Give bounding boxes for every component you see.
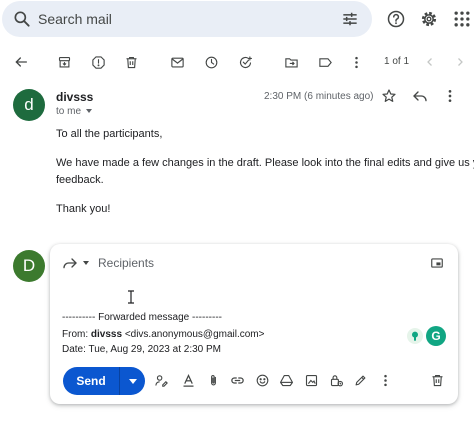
forwarded-date-line: Date: Tue, Aug 29, 2023 at 2:30 PM [62, 344, 221, 355]
google-drive-icon[interactable] [278, 372, 294, 388]
recipients-input[interactable] [98, 251, 398, 275]
search-options-icon[interactable] [340, 9, 360, 29]
change-recipients-icon[interactable] [153, 372, 169, 388]
add-task-icon[interactable] [235, 52, 255, 72]
to-me-label: to me [56, 106, 82, 117]
send-button-group: Send [63, 367, 145, 395]
forward-arrow-icon[interactable] [62, 255, 78, 271]
recipient-details-toggle[interactable]: to me [56, 106, 93, 117]
search-bar[interactable] [2, 1, 372, 37]
confidential-mode-lock-icon[interactable] [328, 372, 344, 388]
more-send-options-button[interactable] [120, 367, 145, 395]
grammarly-extension-icon[interactable]: G [426, 326, 446, 346]
forwarded-header: ---------- Forwarded message --------- [62, 312, 222, 323]
back-arrow-icon[interactable] [11, 52, 31, 72]
top-bar [0, 0, 474, 40]
message-time: 2:30 PM (6 minutes ago) [264, 91, 374, 102]
send-caret-icon [128, 378, 137, 384]
details-caret-icon [86, 109, 93, 113]
forward-compose-box: ---------- Forwarded message --------- F… [50, 244, 458, 404]
settings-gear-icon[interactable] [419, 9, 439, 29]
star-icon[interactable] [381, 88, 399, 106]
message-toolbar: 1 of 1 [0, 44, 474, 80]
message-more-options-icon[interactable] [442, 88, 460, 106]
user-avatar: D [13, 250, 45, 282]
insert-link-icon[interactable] [229, 372, 245, 388]
from-name: divsss [90, 329, 123, 340]
report-spam-icon[interactable] [88, 52, 108, 72]
response-type-caret-icon[interactable] [83, 261, 89, 265]
body-paragraph-line1: We have made a few changes in the draft.… [56, 157, 474, 169]
body-signoff: Thank you! [56, 203, 111, 215]
body-greeting: To all the participants, [56, 128, 163, 140]
search-input[interactable] [38, 1, 328, 37]
search-icon[interactable] [12, 9, 32, 29]
discard-draft-trash-icon[interactable] [429, 372, 445, 388]
move-to-folder-icon[interactable] [281, 52, 301, 72]
snooze-clock-icon[interactable] [201, 52, 221, 72]
extension-assist-icon[interactable] [407, 328, 423, 344]
from-label: From: [62, 329, 89, 340]
reply-icon[interactable] [412, 88, 430, 106]
help-icon[interactable] [386, 9, 406, 29]
send-button[interactable]: Send [63, 367, 119, 395]
newer-chevron-left-icon[interactable] [420, 52, 440, 72]
pagination-text: 1 of 1 [384, 56, 410, 67]
insert-emoji-icon[interactable] [254, 372, 270, 388]
insert-signature-pen-icon[interactable] [352, 372, 368, 388]
sender-avatar[interactable]: d [13, 89, 45, 121]
forwarded-from-line: From: divsss <divs.anonymous@gmail.com> [62, 329, 264, 340]
sender-name[interactable]: divsss [56, 90, 93, 104]
label-tag-icon[interactable] [315, 52, 335, 72]
pop-out-icon[interactable] [430, 256, 444, 270]
mark-unread-mail-icon[interactable] [167, 52, 187, 72]
text-cursor-icon [127, 290, 135, 304]
from-email: <divs.anonymous@gmail.com> [124, 329, 265, 340]
archive-icon[interactable] [54, 52, 74, 72]
more-options-vertical-icon[interactable] [346, 52, 366, 72]
body-paragraph-line2: feedback. [56, 174, 104, 186]
formatting-options-icon[interactable] [180, 372, 196, 388]
apps-grid-icon[interactable] [452, 9, 472, 29]
attach-file-paperclip-icon[interactable] [205, 372, 221, 388]
delete-trash-icon[interactable] [121, 52, 141, 72]
compose-more-options-icon[interactable] [377, 372, 393, 388]
insert-photo-icon[interactable] [303, 372, 319, 388]
older-chevron-right-icon[interactable] [450, 52, 470, 72]
